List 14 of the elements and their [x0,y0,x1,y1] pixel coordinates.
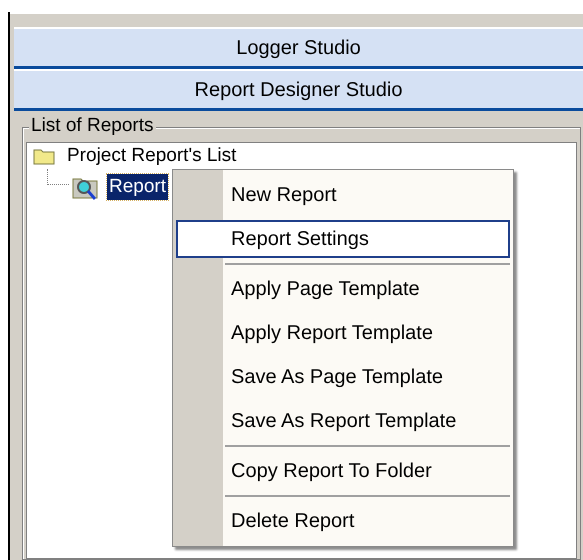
studio-bar[interactable]: Report Designer Studio [14,69,583,111]
menu-item[interactable]: Delete Report [173,499,510,543]
tree-item[interactable]: Project Report's List [65,145,238,167]
menu-item[interactable]: Save As Report Template [173,399,510,443]
studio-bar[interactable]: Logger Studio [14,27,583,69]
menu-item[interactable]: New Report [173,173,510,217]
group-title: List of Reports [29,115,156,137]
menu-item[interactable]: Report Settings [176,220,510,258]
menu-item[interactable]: Apply Report Template [173,311,510,355]
menu-item[interactable]: Copy Report To Folder [173,449,510,493]
menu-item[interactable]: Apply Page Template [173,267,510,311]
folder-icon [33,147,55,165]
menu-item[interactable]: Save As Page Template [173,355,510,399]
tree-item[interactable]: Report [107,174,168,200]
